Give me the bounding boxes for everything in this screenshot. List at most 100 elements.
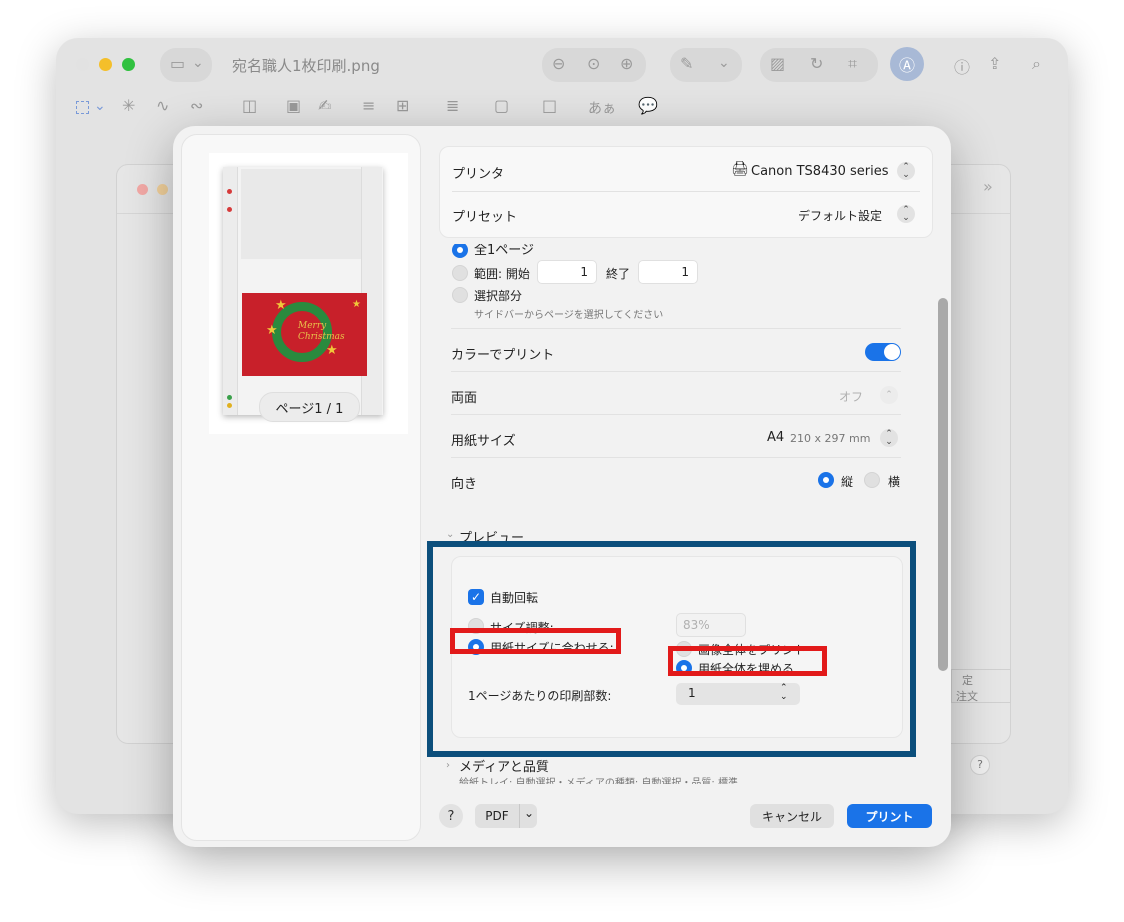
printer-value[interactable]: Canon TS8430 series xyxy=(751,164,889,179)
page-thumbnail: ★ ★ ★ ★ Merry Christmas xyxy=(223,167,383,415)
chevron-down-icon: ⌄ xyxy=(718,55,730,71)
duplex-value[interactable]: オフ xyxy=(839,388,863,405)
close-traffic-light[interactable] xyxy=(76,58,89,71)
landscape-label: 横 xyxy=(888,475,901,489)
text-box-icon[interactable]: ▣ xyxy=(286,96,301,115)
color-print-label: カラーでプリント xyxy=(451,348,555,363)
zoom-out-icon[interactable]: ⊖ xyxy=(552,54,565,73)
cancel-button[interactable]: キャンセル xyxy=(750,804,834,828)
christmas-card-image: ★ ★ ★ ★ Merry Christmas xyxy=(242,293,367,376)
range-to-field[interactable]: 1 xyxy=(638,260,698,284)
portrait-radio[interactable] xyxy=(818,472,834,488)
pdf-menu-button[interactable]: PDF ⌄ xyxy=(475,804,537,828)
chevron-down-icon[interactable]: ⌄ xyxy=(446,529,454,540)
color-print-toggle[interactable] xyxy=(865,343,901,361)
range-from-field[interactable]: 1 xyxy=(537,260,597,284)
preset-label: プリセット xyxy=(452,210,518,225)
instant-alpha-icon[interactable]: ✳ xyxy=(122,96,135,115)
all-pages-label: 全1ページ xyxy=(474,244,535,258)
line-style-icon[interactable]: ≣ xyxy=(446,96,459,115)
preset-value[interactable]: デフォルト設定 xyxy=(798,207,882,224)
printer-label: プリンタ xyxy=(452,167,505,182)
rotate-icon[interactable]: ↻ xyxy=(810,54,823,73)
markup-button[interactable]: ✎ ⌄ xyxy=(670,48,742,82)
partial-text: 定 xyxy=(962,674,973,687)
thumbnail-left-strip xyxy=(223,167,238,415)
media-summary: 給紙トレイ: 自動選択・メディアの種類: 自動選択・品質: 標準 xyxy=(459,778,738,784)
partial-text: 注文 xyxy=(956,690,978,703)
print-button[interactable]: プリント xyxy=(847,804,932,828)
range-radio[interactable] xyxy=(452,265,468,281)
printer-stepper[interactable]: ⌃ ⌄ xyxy=(897,162,915,180)
settings-scrollbar[interactable] xyxy=(938,298,948,671)
media-section-title[interactable]: メディアと品質 xyxy=(459,756,549,775)
adjust-size-icon[interactable]: ⊞ xyxy=(396,96,409,115)
inner-minimize-traffic-light[interactable] xyxy=(157,184,168,195)
annotate-icon[interactable]: 💬 xyxy=(638,96,658,115)
printer-preset-box: プリンタ 🖨 Canon TS8430 series ⌃ ⌄ プリセット デフォル… xyxy=(439,146,933,238)
tool-group: ▨ ↻ ⌗ xyxy=(760,48,878,82)
zoom-traffic-light[interactable] xyxy=(122,58,135,71)
zoom-controls: ⊖ ⊙ ⊕ xyxy=(542,48,646,82)
star-icon: ★ xyxy=(326,343,338,358)
selection-radio[interactable] xyxy=(452,287,468,303)
draw-icon[interactable]: ∾ xyxy=(190,96,203,115)
star-icon: ★ xyxy=(352,299,361,310)
inner-help-button[interactable]: ? xyxy=(970,755,990,775)
shapes-icon[interactable]: ◫ xyxy=(242,96,257,115)
thumbnail-top-pane xyxy=(241,169,381,259)
star-icon: ★ xyxy=(275,298,287,313)
all-pages-radio[interactable] xyxy=(452,244,468,258)
sketch-icon[interactable]: ∿ xyxy=(156,96,169,115)
duplex-label: 両面 xyxy=(451,391,478,406)
chevron-right-icon[interactable]: » xyxy=(983,177,993,196)
chevron-right-icon[interactable]: › xyxy=(446,760,450,771)
sidebar-icon: ▭ xyxy=(170,54,186,73)
share-icon[interactable]: ⇪ xyxy=(988,54,1001,73)
partial-form-box: 定 注文 xyxy=(951,669,1011,703)
border-color-icon[interactable]: ▢ xyxy=(494,96,509,115)
portrait-label: 縦 xyxy=(841,475,854,489)
paper-size-stepper[interactable]: ⌃ ⌄ xyxy=(880,429,898,447)
annotation-red-box-fit-to-paper xyxy=(450,628,621,654)
paper-size-label: 用紙サイズ xyxy=(451,434,516,449)
pen-circle-icon: Ⓐ xyxy=(898,56,915,75)
crop-icon[interactable]: ⌗ xyxy=(848,54,857,74)
sign-icon[interactable]: ✍ xyxy=(318,96,331,115)
selection-tool-icon[interactable] xyxy=(76,101,89,114)
minimize-traffic-light[interactable] xyxy=(99,58,112,71)
range-to-label: 終了 xyxy=(606,267,631,281)
selection-label: 選択部分 xyxy=(474,289,523,303)
image-icon[interactable]: ▨ xyxy=(770,54,785,73)
card-greeting: Merry Christmas xyxy=(298,321,345,342)
paper-size-detail: 210 x 297 mm xyxy=(790,432,871,445)
fill-color-icon[interactable]: □ xyxy=(542,96,557,115)
sidebar-toggle-button[interactable]: ▭ ⌄ xyxy=(160,48,212,82)
chevron-down-icon: ⌄ xyxy=(94,98,106,114)
chevron-down-icon: ⌄ xyxy=(524,806,535,820)
inner-close-traffic-light[interactable] xyxy=(137,184,148,195)
star-icon: ★ xyxy=(266,323,278,338)
help-button[interactable]: ? xyxy=(439,804,463,828)
printer-icon: 🖨 xyxy=(731,161,749,177)
range-label: 範囲: 開始 xyxy=(474,267,530,281)
pen-icon: ✎ xyxy=(680,54,694,73)
markup-toolbar-button[interactable]: Ⓐ xyxy=(890,47,924,81)
landscape-radio[interactable] xyxy=(864,472,880,488)
zoom-in-icon[interactable]: ⊕ xyxy=(620,54,633,73)
zoom-actual-icon[interactable]: ⊙ xyxy=(587,54,600,73)
text-style-icon[interactable]: あぁ xyxy=(588,98,616,118)
selection-hint: サイドバーからページを選択してください xyxy=(474,310,664,321)
orientation-label: 向き xyxy=(451,477,478,492)
preview-sidebar: ★ ★ ★ ★ Merry Christmas ページ1 / 1 xyxy=(181,134,421,841)
search-icon[interactable]: ⌕ xyxy=(1032,54,1041,74)
annotation-red-box-fill-entire xyxy=(668,646,827,676)
preset-stepper[interactable]: ⌃ ⌄ xyxy=(897,205,915,223)
duplex-stepper[interactable]: ⌃ xyxy=(880,386,898,404)
paper-size-value[interactable]: A4 xyxy=(767,430,784,445)
adjust-color-icon[interactable]: ≡ xyxy=(362,96,375,115)
page-indicator: ページ1 / 1 xyxy=(259,392,360,422)
window-title: 宛名職人1枚印刷.png xyxy=(232,57,380,75)
info-icon[interactable]: ⓘ xyxy=(954,54,970,78)
chevron-down-icon: ⌄ xyxy=(192,55,204,71)
